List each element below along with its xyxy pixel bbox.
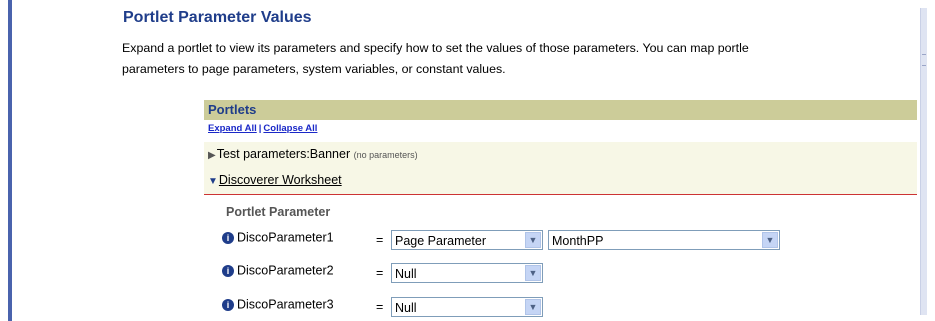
link-separator: | [258, 123, 262, 134]
page-title: Portlet Parameter Values [123, 9, 312, 26]
no-parameters-note: (no parameters) [353, 150, 418, 160]
parameter-value: MonthPP [552, 234, 604, 248]
equals-sign: = [376, 300, 384, 314]
parameter-row: i DiscoParameter2 = [222, 263, 383, 285]
scrollbar[interactable] [920, 8, 927, 315]
page-description: Expand a portlet to view its parameters … [122, 38, 917, 80]
portlet-parameter-heading: Portlet Parameter [226, 205, 331, 219]
portlet-row-banner[interactable]: ▶Test parameters:Banner (no parameters) [204, 142, 917, 168]
chevron-down-icon[interactable]: ▼ [525, 232, 541, 248]
parameter-row: i DiscoParameter1 = [222, 230, 383, 252]
parameter-type-select[interactable]: Null ▼ [391, 297, 543, 317]
parameter-type-value: Null [395, 267, 417, 281]
collapse-all-link[interactable]: Collapse All [263, 123, 317, 134]
portlet-label-banner: Test parameters:Banner [216, 147, 351, 161]
description-line-2: parameters to page parameters, system va… [122, 62, 506, 76]
description-line-1: Expand a portlet to view its parameters … [122, 41, 749, 55]
expand-collapse-links: Expand All | Collapse All [204, 120, 917, 142]
portlets-panel: Portlets Expand All | Collapse All ▶Test p… [204, 100, 917, 195]
parameter-name: DiscoParameter2 [237, 263, 334, 278]
parameter-row: i DiscoParameter3 = [222, 297, 383, 319]
info-icon[interactable]: i [222, 231, 234, 244]
parameter-type-value: Page Parameter [395, 234, 487, 248]
collapse-triangle-icon[interactable]: ▼ [208, 176, 218, 187]
scrollbar-grip[interactable] [922, 54, 926, 66]
parameter-value-select[interactable]: MonthPP ▼ [548, 230, 780, 250]
info-icon[interactable]: i [222, 298, 234, 311]
parameter-type-select[interactable]: Page Parameter ▼ [391, 230, 543, 250]
portlets-header: Portlets [204, 100, 917, 120]
parameter-type-value: Null [395, 301, 417, 315]
info-icon[interactable]: i [222, 264, 234, 277]
chevron-down-icon[interactable]: ▼ [525, 265, 541, 281]
chevron-down-icon[interactable]: ▼ [525, 299, 541, 315]
parameter-name: DiscoParameter3 [237, 297, 334, 312]
chevron-down-icon[interactable]: ▼ [762, 232, 778, 248]
equals-sign: = [376, 266, 384, 280]
expand-triangle-icon[interactable]: ▶ [208, 150, 216, 161]
expand-all-link[interactable]: Expand All [208, 123, 257, 134]
portlet-row-discoverer[interactable]: ▼Discoverer Worksheet [204, 168, 917, 195]
parameter-type-select[interactable]: Null ▼ [391, 263, 543, 283]
left-accent-bar [8, 0, 12, 321]
equals-sign: = [376, 233, 384, 247]
parameter-name: DiscoParameter1 [237, 230, 334, 245]
portlet-label-discoverer[interactable]: Discoverer Worksheet [219, 173, 342, 187]
